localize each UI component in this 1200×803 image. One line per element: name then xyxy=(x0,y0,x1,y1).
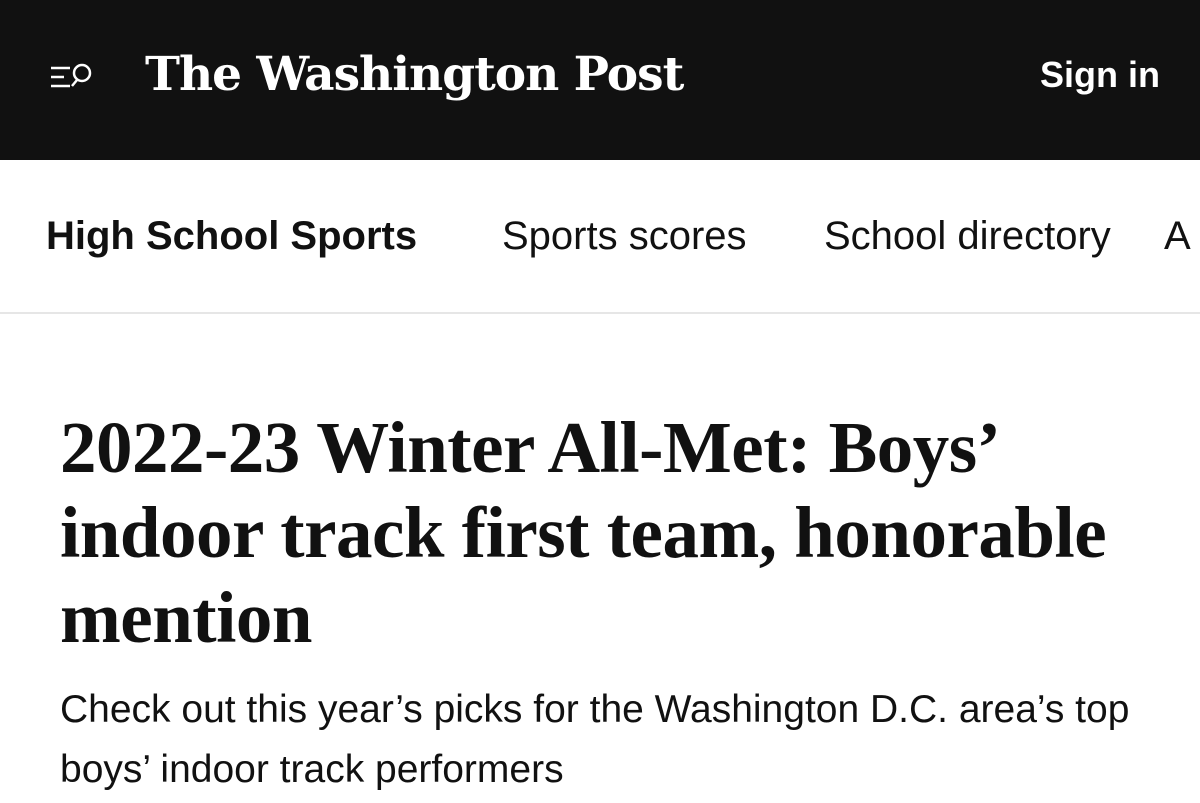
nav-item-school-directory[interactable]: School directory xyxy=(824,211,1111,261)
menu-search-icon[interactable] xyxy=(48,58,98,98)
washington-post-logo[interactable]: The Washington Post xyxy=(145,40,684,110)
article-dek: Check out this year’s picks for the Wash… xyxy=(60,688,1130,791)
nav-item-sports-scores[interactable]: Sports scores xyxy=(502,211,747,261)
menu-search-icon-graphic xyxy=(51,63,92,88)
sign-in-button[interactable]: Sign in xyxy=(1040,52,1160,98)
article-headline: 2022-23 Winter All-Met: Boys’ indoor tra… xyxy=(60,407,1107,658)
section-nav: High School Sports Sports scores School … xyxy=(0,160,1200,314)
section-title-high-school-sports[interactable]: High School Sports xyxy=(46,211,417,261)
nav-item-truncated[interactable]: A xyxy=(1164,211,1191,261)
top-header-bar: The Washington Post Sign in xyxy=(0,0,1200,160)
